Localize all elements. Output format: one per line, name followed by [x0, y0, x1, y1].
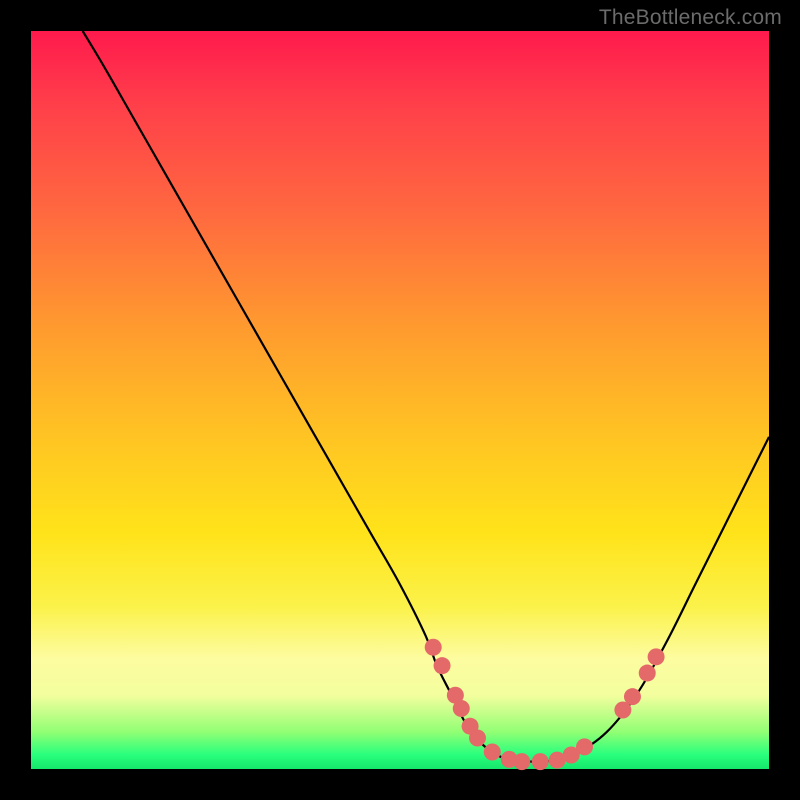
marker-dot: [648, 648, 665, 665]
marker-dot: [513, 753, 530, 770]
marker-dot: [576, 738, 593, 755]
watermark-text: TheBottleneck.com: [599, 6, 782, 30]
marker-dot: [484, 744, 501, 761]
marker-dot: [425, 639, 442, 656]
chart-svg: [31, 31, 769, 769]
marker-dot: [469, 730, 486, 747]
marker-group: [425, 639, 665, 770]
marker-dot: [453, 700, 470, 717]
bottleneck-curve-line: [83, 31, 769, 762]
marker-dot: [624, 688, 641, 705]
marker-dot: [639, 665, 656, 682]
plot-area: [31, 31, 769, 769]
outer-frame: TheBottleneck.com: [0, 0, 800, 800]
marker-dot: [532, 753, 549, 770]
marker-dot: [434, 657, 451, 674]
